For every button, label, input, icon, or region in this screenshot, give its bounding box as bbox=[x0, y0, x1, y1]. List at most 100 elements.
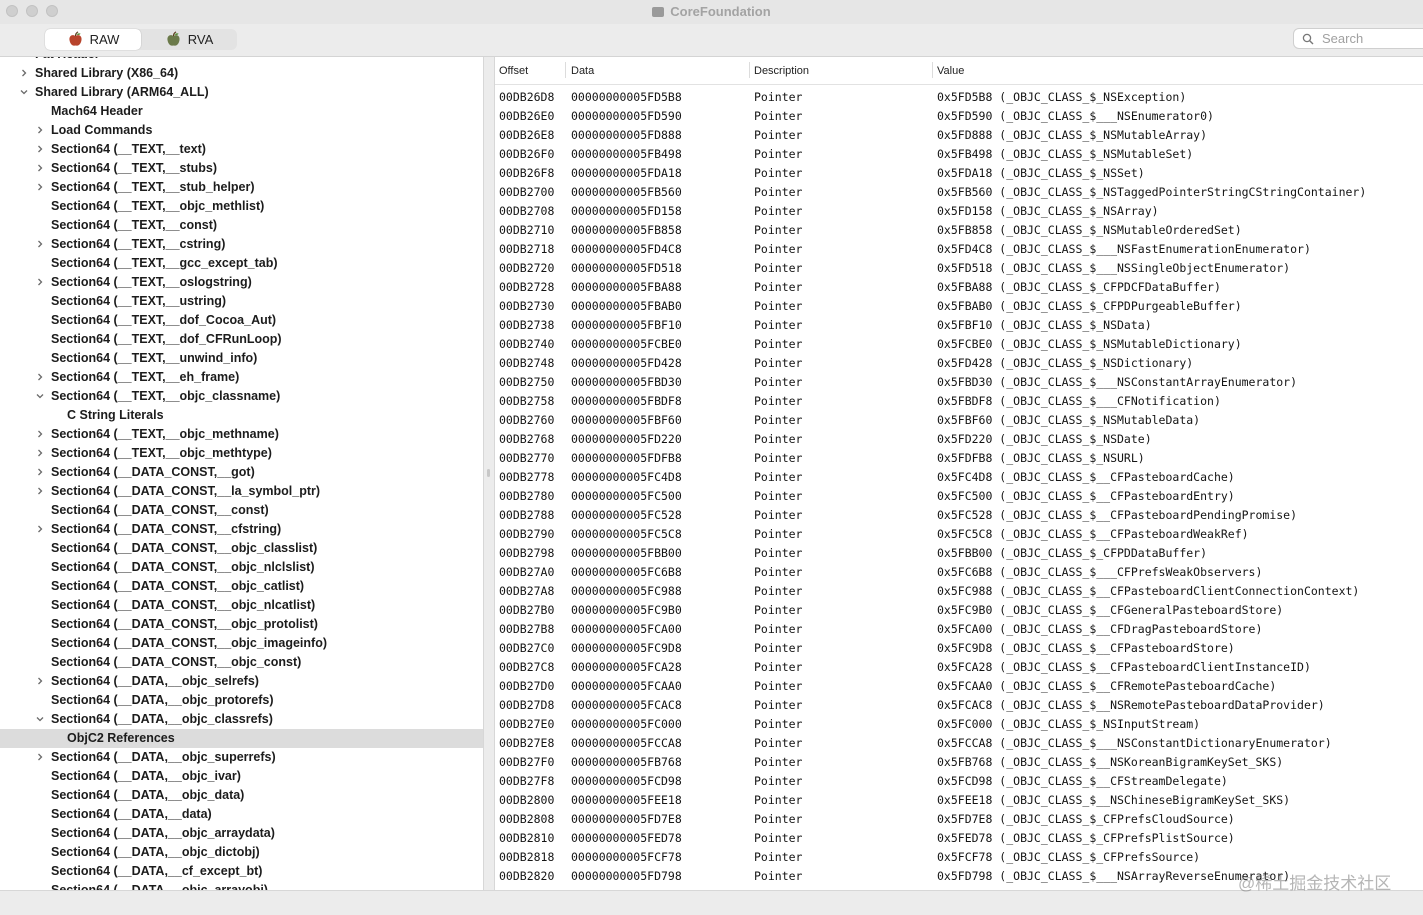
tree-item[interactable]: Section64 (__DATA,__objc_arraydata) bbox=[0, 824, 483, 843]
table-row[interactable]: 00DB2718 00000000005FD4C8 Pointer 0x5FD4C8 … bbox=[495, 239, 1423, 258]
tree-item[interactable]: Section64 (__TEXT,__dof_CFRunLoop) bbox=[0, 330, 483, 349]
table-row[interactable]: 00DB2790 00000000005FC5C8 Pointer 0x5FC5C8 … bbox=[495, 524, 1423, 543]
table-row[interactable]: 00DB2780 00000000005FC500 Pointer 0x5FC500 … bbox=[495, 486, 1423, 505]
table-row[interactable]: 00DB2748 00000000005FD428 Pointer 0x5FD428 … bbox=[495, 353, 1423, 372]
search-input[interactable] bbox=[1322, 31, 1422, 46]
chevron-right-icon[interactable] bbox=[36, 278, 44, 286]
table-row[interactable]: 00DB2798 00000000005FBB00 Pointer 0x5FBB00 … bbox=[495, 543, 1423, 562]
table-row[interactable]: 00DB27D0 00000000005FCAA0 Pointer 0x5FCAA0 … bbox=[495, 676, 1423, 695]
tree-item[interactable]: Section64 (__DATA,__cf_except_bt) bbox=[0, 862, 483, 881]
table-row[interactable]: 00DB26D8 00000000005FD5B8 Pointer 0x5FD5B8 … bbox=[495, 87, 1423, 106]
table-row[interactable]: 00DB2738 00000000005FBF10 Pointer 0x5FBF10 … bbox=[495, 315, 1423, 334]
table-row[interactable]: 00DB2758 00000000005FBDF8 Pointer 0x5FBDF8 … bbox=[495, 391, 1423, 410]
table-row[interactable]: 00DB2760 00000000005FBF60 Pointer 0x5FBF60 … bbox=[495, 410, 1423, 429]
chevron-down-icon[interactable] bbox=[20, 88, 28, 96]
tree-item[interactable]: Section64 (__DATA,__data) bbox=[0, 805, 483, 824]
tree-item[interactable]: Section64 (__TEXT,__unwind_info) bbox=[0, 349, 483, 368]
tree-item[interactable]: Load Commands bbox=[0, 121, 483, 140]
table-row[interactable]: 00DB27B8 00000000005FCA00 Pointer 0x5FCA00 … bbox=[495, 619, 1423, 638]
tree-item[interactable]: Section64 (__DATA,__objc_dictobj) bbox=[0, 843, 483, 862]
tree-item[interactable]: Section64 (__DATA_CONST,__objc_imageinfo… bbox=[0, 634, 483, 653]
table-row[interactable]: 00DB27C0 00000000005FC9D8 Pointer 0x5FC9D8 … bbox=[495, 638, 1423, 657]
table-row[interactable]: 00DB27F0 00000000005FB768 Pointer 0x5FB768 … bbox=[495, 752, 1423, 771]
tree-item[interactable]: Section64 (__TEXT,__objc_methtype) bbox=[0, 444, 483, 463]
chevron-right-icon[interactable] bbox=[36, 430, 44, 438]
tree-item[interactable]: Section64 (__DATA_CONST,__const) bbox=[0, 501, 483, 520]
chevron-right-icon[interactable] bbox=[36, 449, 44, 457]
table-row[interactable]: 00DB2740 00000000005FCBE0 Pointer 0x5FCBE0 … bbox=[495, 334, 1423, 353]
table-row[interactable]: 00DB2778 00000000005FC4D8 Pointer 0x5FC4D8 … bbox=[495, 467, 1423, 486]
table-row[interactable]: 00DB27D8 00000000005FCAC8 Pointer 0x5FCAC8 … bbox=[495, 695, 1423, 714]
tree-item[interactable]: Section64 (__TEXT,__objc_methname) bbox=[0, 425, 483, 444]
column-separator[interactable] bbox=[932, 62, 933, 78]
chevron-right-icon[interactable] bbox=[36, 753, 44, 761]
tree-item[interactable]: Mach64 Header bbox=[0, 102, 483, 121]
tree-item[interactable]: Section64 (__DATA_CONST,__la_symbol_ptr) bbox=[0, 482, 483, 501]
tree-item[interactable]: Section64 (__TEXT,__objc_methlist) bbox=[0, 197, 483, 216]
table-row[interactable]: 00DB27F8 00000000005FCD98 Pointer 0x5FCD98 … bbox=[495, 771, 1423, 790]
chevron-right-icon[interactable] bbox=[36, 525, 44, 533]
tree-item[interactable]: Section64 (__DATA,__objc_selrefs) bbox=[0, 672, 483, 691]
column-header-data[interactable]: Data bbox=[571, 65, 594, 77]
tree-item[interactable]: Section64 (__DATA_CONST,__objc_nlclslist… bbox=[0, 558, 483, 577]
chevron-right-icon[interactable] bbox=[36, 468, 44, 476]
chevron-right-icon[interactable] bbox=[20, 69, 28, 77]
tree-item[interactable]: Section64 (__DATA_CONST,__objc_catlist) bbox=[0, 577, 483, 596]
tree-item[interactable]: Section64 (__DATA,__objc_data) bbox=[0, 786, 483, 805]
table-row[interactable]: 00DB27E0 00000000005FC000 Pointer 0x5FC000 … bbox=[495, 714, 1423, 733]
tree-item[interactable]: ObjC2 References bbox=[0, 729, 483, 748]
chevron-right-icon[interactable] bbox=[36, 677, 44, 685]
table-row[interactable]: 00DB2750 00000000005FBD30 Pointer 0x5FBD30 … bbox=[495, 372, 1423, 391]
tree-item[interactable]: Section64 (__TEXT,__stubs) bbox=[0, 159, 483, 178]
chevron-right-icon[interactable] bbox=[36, 373, 44, 381]
tree-item[interactable]: Section64 (__TEXT,__objc_classname) bbox=[0, 387, 483, 406]
table-row[interactable]: 00DB26E8 00000000005FD888 Pointer 0x5FD888 … bbox=[495, 125, 1423, 144]
chevron-right-icon[interactable] bbox=[36, 126, 44, 134]
tree-item[interactable]: Section64 (__TEXT,__const) bbox=[0, 216, 483, 235]
tree-item[interactable]: Section64 (__DATA,__objc_protorefs) bbox=[0, 691, 483, 710]
tree-item[interactable]: Section64 (__DATA_CONST,__objc_protolist… bbox=[0, 615, 483, 634]
tree-item[interactable]: Section64 (__TEXT,__dof_Cocoa_Aut) bbox=[0, 311, 483, 330]
table-row[interactable]: 00DB2770 00000000005FDFB8 Pointer 0x5FDFB8 … bbox=[495, 448, 1423, 467]
table-row[interactable]: 00DB2710 00000000005FB858 Pointer 0x5FB858 … bbox=[495, 220, 1423, 239]
raw-mode-button[interactable]: RAW bbox=[45, 29, 141, 50]
table-row[interactable]: 00DB27A8 00000000005FC988 Pointer 0x5FC988 … bbox=[495, 581, 1423, 600]
tree-item[interactable]: Section64 (__DATA_CONST,__objc_const) bbox=[0, 653, 483, 672]
tree-item[interactable]: Section64 (__DATA_CONST,__cfstring) bbox=[0, 520, 483, 539]
table-row[interactable]: 00DB27C8 00000000005FCA28 Pointer 0x5FCA28 … bbox=[495, 657, 1423, 676]
table-row[interactable]: 00DB27A0 00000000005FC6B8 Pointer 0x5FC6B8 … bbox=[495, 562, 1423, 581]
chevron-right-icon[interactable] bbox=[36, 487, 44, 495]
table-row[interactable]: 00DB27E8 00000000005FCCA8 Pointer 0x5FCCA8 … bbox=[495, 733, 1423, 752]
tree-item[interactable]: Section64 (__TEXT,__eh_frame) bbox=[0, 368, 483, 387]
tree-item[interactable]: Section64 (__TEXT,__oslogstring) bbox=[0, 273, 483, 292]
table-row[interactable]: 00DB2730 00000000005FBAB0 Pointer 0x5FBAB0 … bbox=[495, 296, 1423, 315]
table-row[interactable]: 00DB2720 00000000005FD518 Pointer 0x5FD518 … bbox=[495, 258, 1423, 277]
column-header-description[interactable]: Description bbox=[754, 65, 809, 77]
structure-tree[interactable]: Fat Header Shared Library (X86_64) Shared … bbox=[0, 57, 484, 890]
chevron-right-icon[interactable] bbox=[36, 240, 44, 248]
tree-item[interactable]: Section64 (__DATA_CONST,__objc_nlcatlist… bbox=[0, 596, 483, 615]
column-separator[interactable] bbox=[565, 62, 566, 78]
search-field[interactable] bbox=[1293, 28, 1423, 49]
table-row[interactable]: 00DB27B0 00000000005FC9B0 Pointer 0x5FC9B0 … bbox=[495, 600, 1423, 619]
table-row[interactable]: 00DB2768 00000000005FD220 Pointer 0x5FD220 … bbox=[495, 429, 1423, 448]
tree-item[interactable]: Section64 (__DATA,__objc_classrefs) bbox=[0, 710, 483, 729]
rva-mode-button[interactable]: RVA bbox=[141, 29, 237, 50]
table-row[interactable]: 00DB2728 00000000005FBA88 Pointer 0x5FBA88 … bbox=[495, 277, 1423, 296]
table-row[interactable]: 00DB2800 00000000005FEE18 Pointer 0x5FEE18 … bbox=[495, 790, 1423, 809]
column-header-offset[interactable]: Offset bbox=[499, 65, 528, 77]
tree-item[interactable]: Section64 (__DATA,__objc_arrayobj) bbox=[0, 881, 483, 890]
split-divider-grip[interactable] bbox=[487, 469, 490, 477]
tree-item[interactable]: C String Literals bbox=[0, 406, 483, 425]
chevron-right-icon[interactable] bbox=[36, 183, 44, 191]
table-row[interactable]: 00DB2810 00000000005FED78 Pointer 0x5FED78 … bbox=[495, 828, 1423, 847]
tree-item[interactable]: Shared Library (ARM64_ALL) bbox=[0, 83, 483, 102]
tree-item[interactable]: Section64 (__DATA,__objc_superrefs) bbox=[0, 748, 483, 767]
tree-item[interactable]: Section64 (__TEXT,__text) bbox=[0, 140, 483, 159]
tree-item[interactable]: Fat Header bbox=[0, 57, 483, 64]
column-header-value[interactable]: Value bbox=[937, 65, 964, 77]
tree-item[interactable]: Section64 (__DATA_CONST,__got) bbox=[0, 463, 483, 482]
table-row[interactable]: 00DB2700 00000000005FB560 Pointer 0x5FB560 … bbox=[495, 182, 1423, 201]
table-row[interactable]: 00DB26E0 00000000005FD590 Pointer 0x5FD590 … bbox=[495, 106, 1423, 125]
table-row[interactable]: 00DB2708 00000000005FD158 Pointer 0x5FD158 … bbox=[495, 201, 1423, 220]
